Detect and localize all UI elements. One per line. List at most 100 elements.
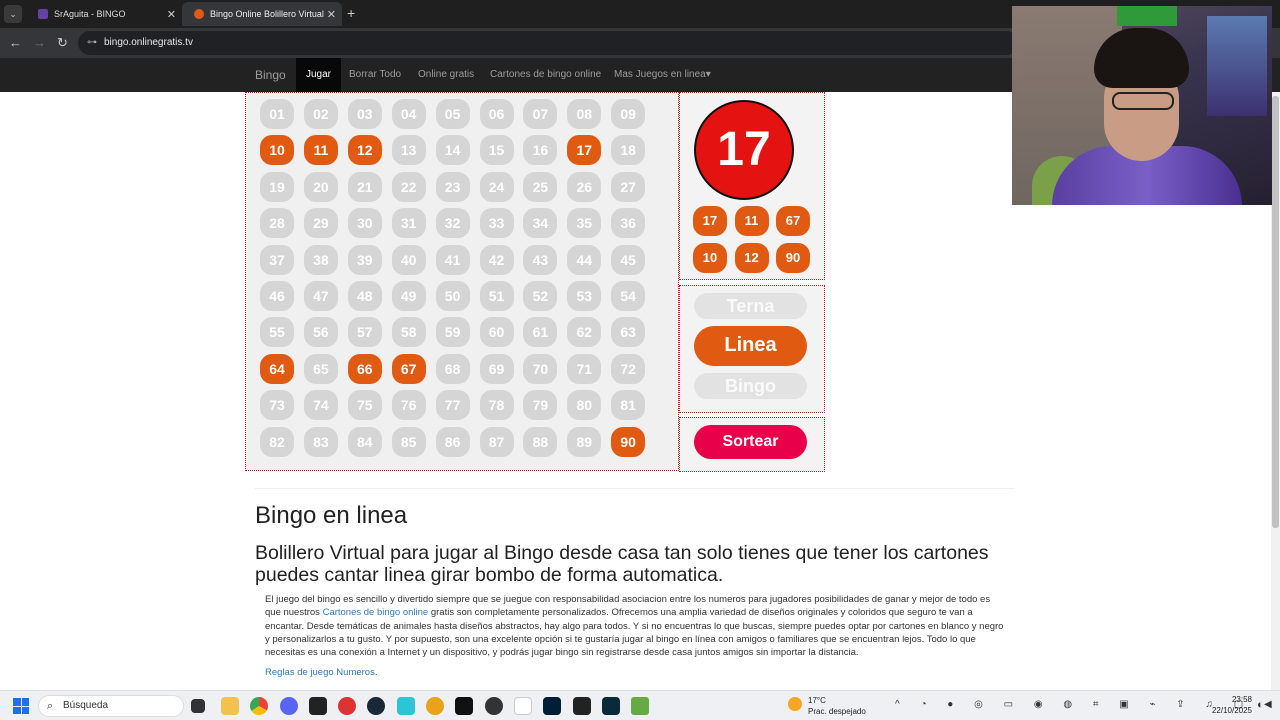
tab-search-button[interactable]: ⌄ bbox=[4, 5, 22, 23]
board-number-83[interactable]: 83 bbox=[303, 426, 338, 457]
board-number-69[interactable]: 69 bbox=[479, 353, 514, 384]
board-number-82[interactable]: 82 bbox=[260, 426, 294, 457]
notification-icon[interactable]: ◐ bbox=[1257, 699, 1264, 711]
board-number-13[interactable]: 13 bbox=[391, 135, 426, 166]
board-number-41[interactable]: 41 bbox=[435, 244, 470, 275]
board-number-37[interactable]: 37 bbox=[260, 244, 294, 275]
board-number-25[interactable]: 25 bbox=[523, 171, 558, 202]
board-number-38[interactable]: 38 bbox=[303, 244, 338, 275]
app-icon-coin[interactable] bbox=[426, 697, 444, 715]
board-number-03[interactable]: 03 bbox=[347, 99, 382, 129]
board-number-71[interactable]: 71 bbox=[567, 353, 602, 384]
board-number-58[interactable]: 58 bbox=[391, 317, 426, 348]
board-number-84[interactable]: 84 bbox=[347, 426, 382, 457]
clock[interactable]: 23:58 22/10/2025 bbox=[1206, 694, 1252, 716]
board-number-72[interactable]: 72 bbox=[611, 353, 646, 384]
board-number-80[interactable]: 80 bbox=[567, 390, 602, 421]
mode-bingo-button[interactable]: Bingo bbox=[694, 373, 807, 399]
board-number-15[interactable]: 15 bbox=[479, 135, 514, 166]
board-number-40[interactable]: 40 bbox=[391, 244, 426, 275]
board-number-70[interactable]: 70 bbox=[523, 353, 558, 384]
board-number-20[interactable]: 20 bbox=[303, 171, 338, 202]
board-number-24[interactable]: 24 bbox=[479, 171, 514, 202]
scrollbar-thumb[interactable] bbox=[1272, 96, 1279, 528]
board-number-75[interactable]: 75 bbox=[347, 390, 382, 421]
board-number-65[interactable]: 65 bbox=[303, 353, 338, 384]
reload-button[interactable]: ↻ bbox=[57, 35, 68, 51]
board-number-54[interactable]: 54 bbox=[611, 281, 646, 311]
board-number-90[interactable]: 90 bbox=[611, 426, 646, 457]
board-number-81[interactable]: 81 bbox=[611, 390, 646, 421]
board-number-52[interactable]: 52 bbox=[523, 281, 558, 311]
nav-borrar-todo[interactable]: Borrar Todo bbox=[349, 58, 401, 92]
board-number-22[interactable]: 22 bbox=[391, 171, 426, 202]
nav-online-gratis[interactable]: Online gratis bbox=[418, 58, 474, 92]
board-number-89[interactable]: 89 bbox=[567, 426, 602, 457]
board-number-31[interactable]: 31 bbox=[391, 208, 426, 239]
board-number-85[interactable]: 85 bbox=[391, 426, 426, 457]
file-explorer-icon[interactable] bbox=[221, 697, 239, 715]
board-number-06[interactable]: 06 bbox=[479, 99, 514, 129]
board-number-29[interactable]: 29 bbox=[303, 208, 338, 239]
board-number-10[interactable]: 10 bbox=[260, 135, 294, 166]
board-number-56[interactable]: 56 bbox=[303, 317, 338, 348]
board-number-66[interactable]: 66 bbox=[347, 353, 382, 384]
board-number-27[interactable]: 27 bbox=[611, 171, 646, 202]
board-number-26[interactable]: 26 bbox=[567, 171, 602, 202]
board-number-48[interactable]: 48 bbox=[347, 281, 382, 311]
board-number-87[interactable]: 87 bbox=[479, 426, 514, 457]
board-number-55[interactable]: 55 bbox=[260, 317, 294, 348]
board-number-68[interactable]: 68 bbox=[435, 353, 470, 384]
nav-brand[interactable]: Bingo bbox=[255, 58, 286, 92]
board-number-07[interactable]: 07 bbox=[523, 99, 558, 129]
capcut-icon[interactable] bbox=[573, 697, 591, 715]
taskbar-search[interactable]: ⌕ Búsqueda bbox=[38, 695, 184, 717]
url-bar[interactable]: ⊶ bingo.onlinegratis.tv bbox=[78, 31, 1018, 55]
tiktok-icon[interactable] bbox=[455, 697, 473, 715]
browser-tab-bingo[interactable]: Bingo Online Bolillero Virtual ✕ bbox=[182, 2, 342, 26]
board-number-42[interactable]: 42 bbox=[479, 244, 514, 275]
board-number-14[interactable]: 14 bbox=[435, 135, 470, 166]
nav-cartones[interactable]: Cartones de bingo online bbox=[490, 58, 601, 92]
board-number-79[interactable]: 79 bbox=[523, 390, 558, 421]
game-icon[interactable] bbox=[631, 697, 649, 715]
site-info-icon[interactable]: ⊶ bbox=[87, 31, 97, 55]
task-view-icon[interactable] bbox=[191, 699, 205, 713]
board-number-33[interactable]: 33 bbox=[479, 208, 514, 239]
browser-tab-sraguita[interactable]: SrAguita - BINGO ✕ bbox=[26, 2, 182, 26]
board-number-44[interactable]: 44 bbox=[567, 244, 602, 275]
board-number-61[interactable]: 61 bbox=[523, 317, 558, 348]
forward-button[interactable]: → bbox=[33, 35, 46, 50]
board-number-11[interactable]: 11 bbox=[303, 135, 338, 166]
board-number-04[interactable]: 04 bbox=[391, 99, 426, 129]
board-number-73[interactable]: 73 bbox=[260, 390, 294, 421]
terminal-icon[interactable] bbox=[602, 697, 620, 715]
board-number-08[interactable]: 08 bbox=[567, 99, 602, 129]
board-number-17[interactable]: 17 bbox=[567, 135, 602, 166]
board-number-19[interactable]: 19 bbox=[260, 171, 294, 202]
board-number-36[interactable]: 36 bbox=[611, 208, 646, 239]
photoshop-icon[interactable] bbox=[543, 697, 561, 715]
board-number-43[interactable]: 43 bbox=[523, 244, 558, 275]
board-number-47[interactable]: 47 bbox=[303, 281, 338, 311]
board-number-49[interactable]: 49 bbox=[391, 281, 426, 311]
board-number-32[interactable]: 32 bbox=[435, 208, 470, 239]
board-number-16[interactable]: 16 bbox=[523, 135, 558, 166]
board-number-62[interactable]: 62 bbox=[567, 317, 602, 348]
app-icon-teal[interactable] bbox=[397, 697, 415, 715]
epic-games-icon[interactable] bbox=[309, 697, 327, 715]
rules-link[interactable]: Reglas de juego Numeros bbox=[265, 667, 375, 678]
board-number-46[interactable]: 46 bbox=[260, 281, 294, 311]
board-number-74[interactable]: 74 bbox=[303, 390, 338, 421]
board-number-28[interactable]: 28 bbox=[260, 208, 294, 239]
sortear-button[interactable]: Sortear bbox=[694, 425, 807, 459]
board-number-45[interactable]: 45 bbox=[611, 244, 646, 275]
board-number-21[interactable]: 21 bbox=[347, 171, 382, 202]
board-number-64[interactable]: 64 bbox=[260, 353, 294, 384]
obs-icon[interactable] bbox=[485, 697, 503, 715]
close-tab-icon[interactable]: ✕ bbox=[167, 8, 176, 21]
board-number-05[interactable]: 05 bbox=[435, 99, 470, 129]
board-number-18[interactable]: 18 bbox=[611, 135, 646, 166]
board-number-88[interactable]: 88 bbox=[523, 426, 558, 457]
board-number-67[interactable]: 67 bbox=[391, 353, 426, 384]
